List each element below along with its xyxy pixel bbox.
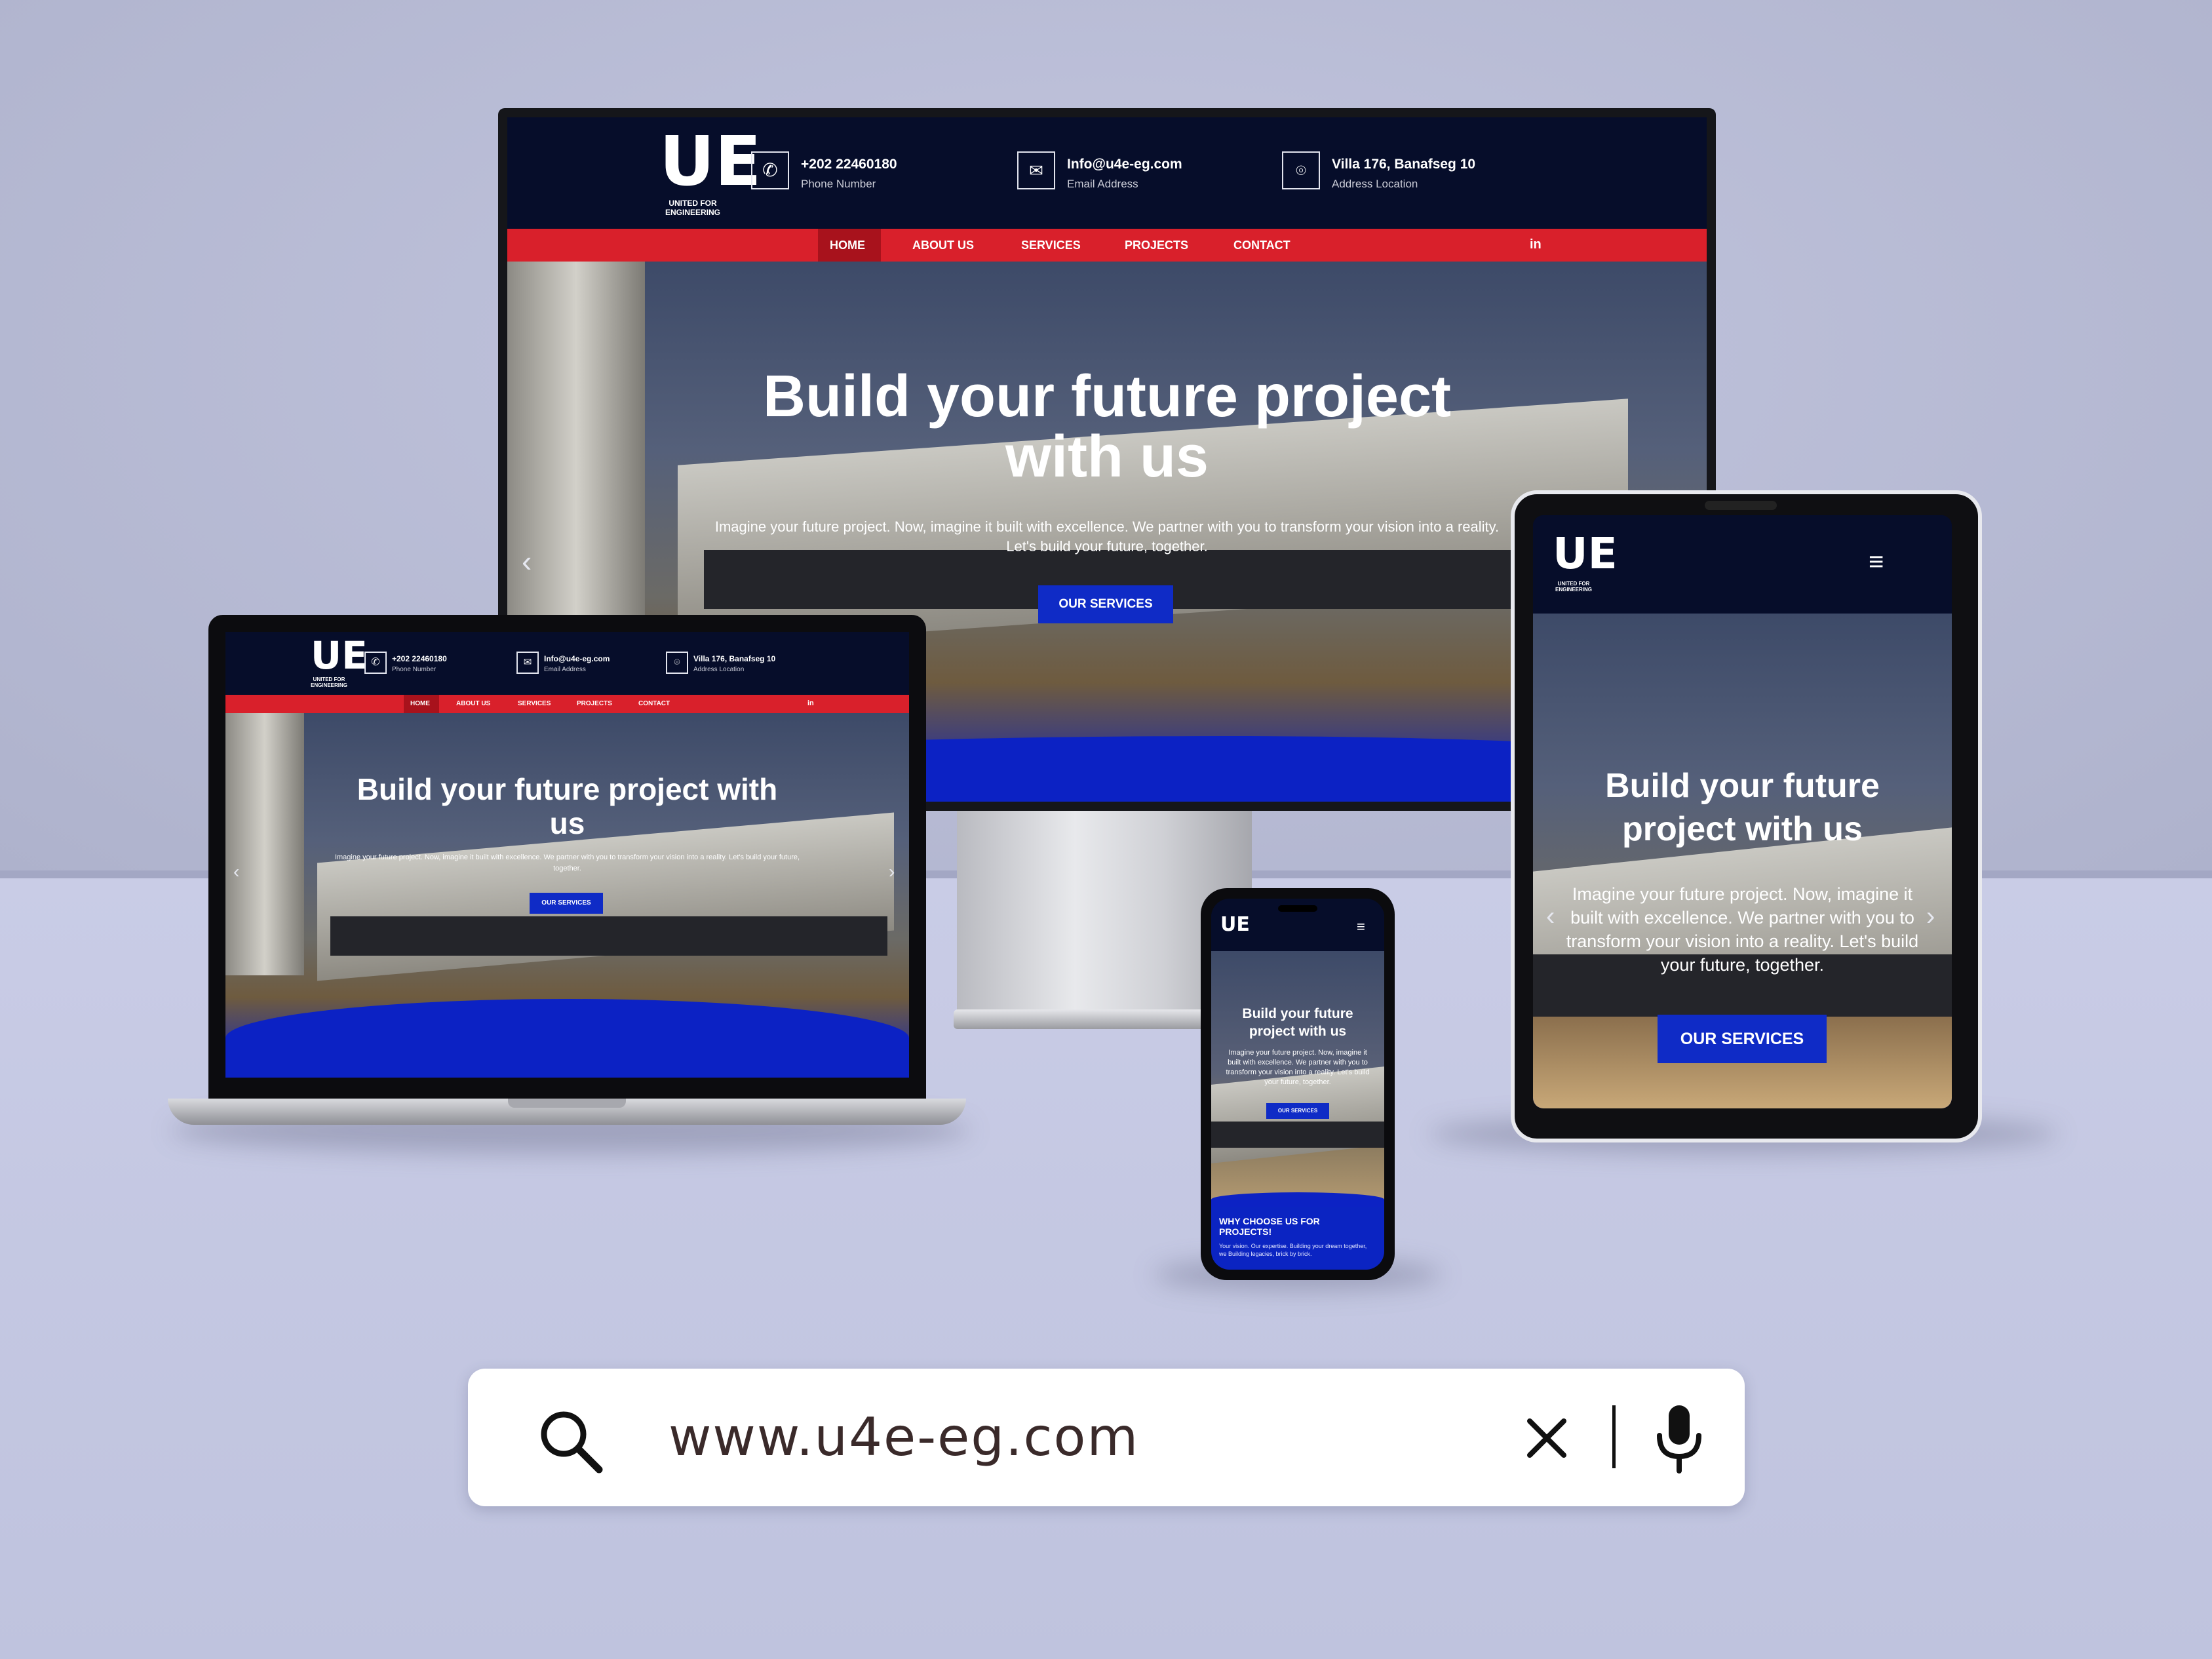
logo-tagline: UNITED FOR ENGINEERING [665, 199, 720, 217]
smartphone: UE ≡ Build your future project with us I… [1201, 888, 1395, 1280]
site-header: UE UNITED FOR ENGINEERING ✆ +202 2246018… [507, 117, 1707, 229]
phone-number[interactable]: +202 22460180 [392, 654, 447, 663]
why-choose-heading: WHY CHOOSE US FOR PROJECTS! [1219, 1216, 1320, 1237]
location-pin-icon: ⌾ [666, 652, 688, 674]
site-header: UE UNITED FOR ENGINEERING ≡ [1533, 515, 1952, 614]
main-nav: HOME ABOUT US SERVICES PROJECTS CONTACT … [507, 229, 1707, 262]
hero-title: Build your future project with us [1605, 767, 1880, 848]
tablet-website: UE UNITED FOR ENGINEERING ≡ Build your f… [1533, 515, 1952, 1108]
logo[interactable]: UE [1220, 913, 1250, 936]
nav-about-us[interactable]: ABOUT US [456, 700, 490, 707]
url-text[interactable]: www.u4e-eg.com [669, 1407, 1139, 1468]
envelope-icon: ✉ [516, 652, 539, 674]
address-label: Address Location [1332, 178, 1418, 190]
nav-projects[interactable]: PROJECTS [1125, 239, 1188, 252]
our-services-button[interactable]: OUR SERVICES [530, 893, 603, 914]
why-choose-text: Your vision. Our expertise. Building you… [1219, 1243, 1367, 1257]
why-choose-section: WHY CHOOSE US FOR PROJECTS! Your vision.… [1211, 1207, 1384, 1270]
monitor-base [954, 1009, 1235, 1029]
microphone-icon[interactable] [1654, 1404, 1704, 1474]
hero-subtitle: Imagine your future project. Now, imagin… [1226, 1049, 1370, 1086]
carousel-prev-icon[interactable]: ‹ [233, 861, 239, 882]
carousel-prev-icon[interactable]: ‹ [522, 543, 532, 579]
phone-notch [1278, 905, 1317, 912]
our-services-button[interactable]: OUR SERVICES [1266, 1103, 1329, 1119]
email-address[interactable]: Info@u4e-eg.com [544, 654, 610, 663]
nav-contact[interactable]: CONTACT [1233, 239, 1290, 252]
hamburger-menu-icon[interactable]: ≡ [1869, 549, 1900, 575]
nav-services[interactable]: SERVICES [518, 700, 551, 707]
hero-section: Build your future project with us Imagin… [225, 713, 909, 1078]
hero-section: Build your future project with us Imagin… [1211, 951, 1384, 1207]
linkedin-icon[interactable]: in [807, 699, 814, 707]
building-pillar [225, 713, 304, 975]
email-address[interactable]: Info@u4e-eg.com [1067, 157, 1182, 172]
nav-services[interactable]: SERVICES [1021, 239, 1081, 252]
email-label: Email Address [1067, 178, 1138, 190]
address[interactable]: Villa 176, Banafseg 10 [1332, 157, 1475, 172]
phone-icon: ✆ [751, 151, 789, 189]
main-nav: HOME ABOUT US SERVICES PROJECTS CONTACT … [225, 695, 909, 713]
nav-home[interactable]: HOME [410, 700, 430, 707]
our-services-button[interactable]: OUR SERVICES [1038, 585, 1173, 623]
tablet: UE UNITED FOR ENGINEERING ≡ Build your f… [1511, 490, 1982, 1142]
hero-wave [225, 999, 909, 1078]
envelope-icon: ✉ [1017, 151, 1055, 189]
hero-wave [1211, 1192, 1384, 1207]
laptop-website: UE UNITED FOR ENGINEERING ✆ +202 2246018… [225, 632, 909, 1078]
search-divider [1612, 1405, 1616, 1468]
close-icon[interactable] [1526, 1417, 1568, 1459]
logo[interactable]: UE [1553, 528, 1618, 579]
phone-icon: ✆ [364, 652, 387, 674]
linkedin-icon[interactable]: in [1530, 237, 1542, 252]
logo[interactable]: UE [659, 121, 762, 201]
hero-title: Build your future project with us [762, 364, 1452, 490]
building-openings [330, 916, 887, 956]
logo[interactable]: UE [311, 633, 368, 678]
logo-tagline: UNITED FOR ENGINEERING [1555, 581, 1592, 593]
carousel-next-icon[interactable]: › [1926, 902, 1935, 931]
our-services-button[interactable]: OUR SERVICES [1658, 1015, 1827, 1063]
location-pin-icon: ⌾ [1282, 151, 1320, 189]
laptop-notch [508, 1099, 626, 1108]
nav-about-us[interactable]: ABOUT US [912, 239, 974, 252]
search-icon[interactable] [536, 1407, 604, 1475]
building-openings [1211, 1122, 1384, 1148]
address[interactable]: Villa 176, Banafseg 10 [693, 654, 775, 663]
hero-section: Build your future project with us Imagin… [1533, 614, 1952, 1108]
tablet-camera [1705, 501, 1777, 510]
nav-contact[interactable]: CONTACT [638, 700, 670, 707]
email-label: Email Address [544, 666, 586, 673]
hero-title: Build your future project with us [1242, 1006, 1353, 1039]
phone-label: Phone Number [392, 666, 437, 673]
hero-subtitle: Imagine your future project. Now, imagin… [334, 853, 800, 872]
site-header: UE UNITED FOR ENGINEERING ✆ +202 2246018… [225, 632, 909, 695]
phone-number[interactable]: +202 22460180 [801, 157, 897, 172]
laptop: UE UNITED FOR ENGINEERING ✆ +202 2246018… [208, 615, 926, 1099]
hero-title: Build your future project with us [357, 772, 778, 840]
hamburger-menu-icon[interactable]: ≡ [1357, 918, 1365, 935]
nav-projects[interactable]: PROJECTS [577, 700, 612, 707]
carousel-prev-icon[interactable]: ‹ [1546, 902, 1555, 931]
logo-tagline: UNITED FOR ENGINEERING [310, 676, 347, 688]
phone-website: UE ≡ Build your future project with us I… [1211, 899, 1384, 1270]
carousel-next-icon[interactable]: › [889, 861, 895, 882]
phone-label: Phone Number [801, 178, 876, 190]
nav-home[interactable]: HOME [830, 239, 865, 252]
hero-subtitle: Imagine your future project. Now, imagin… [1566, 884, 1919, 975]
address-label: Address Location [693, 666, 745, 673]
